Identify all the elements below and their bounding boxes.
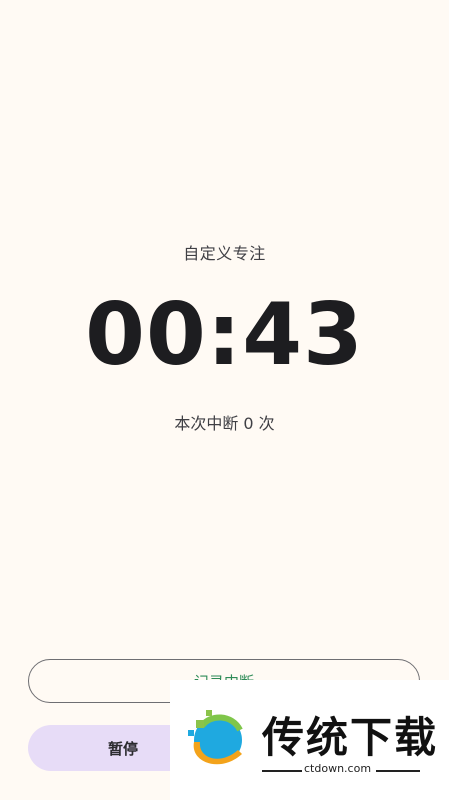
- pause-label: 暂停: [107, 739, 138, 758]
- planet-logo-icon: [188, 710, 243, 765]
- watermark-domain: ctdown.com: [304, 762, 372, 775]
- watermark-divider-right: [376, 770, 420, 772]
- interrupt-count-text: 本次中断 0 次: [174, 414, 275, 433]
- watermark-title: 传统下载: [262, 713, 439, 762]
- watermark-overlay: 传统下载 ctdown.com: [170, 680, 449, 800]
- focus-mode-label: 自定义专注: [183, 244, 266, 263]
- countdown-timer: 00:43: [85, 285, 364, 385]
- watermark-divider-left: [262, 770, 302, 772]
